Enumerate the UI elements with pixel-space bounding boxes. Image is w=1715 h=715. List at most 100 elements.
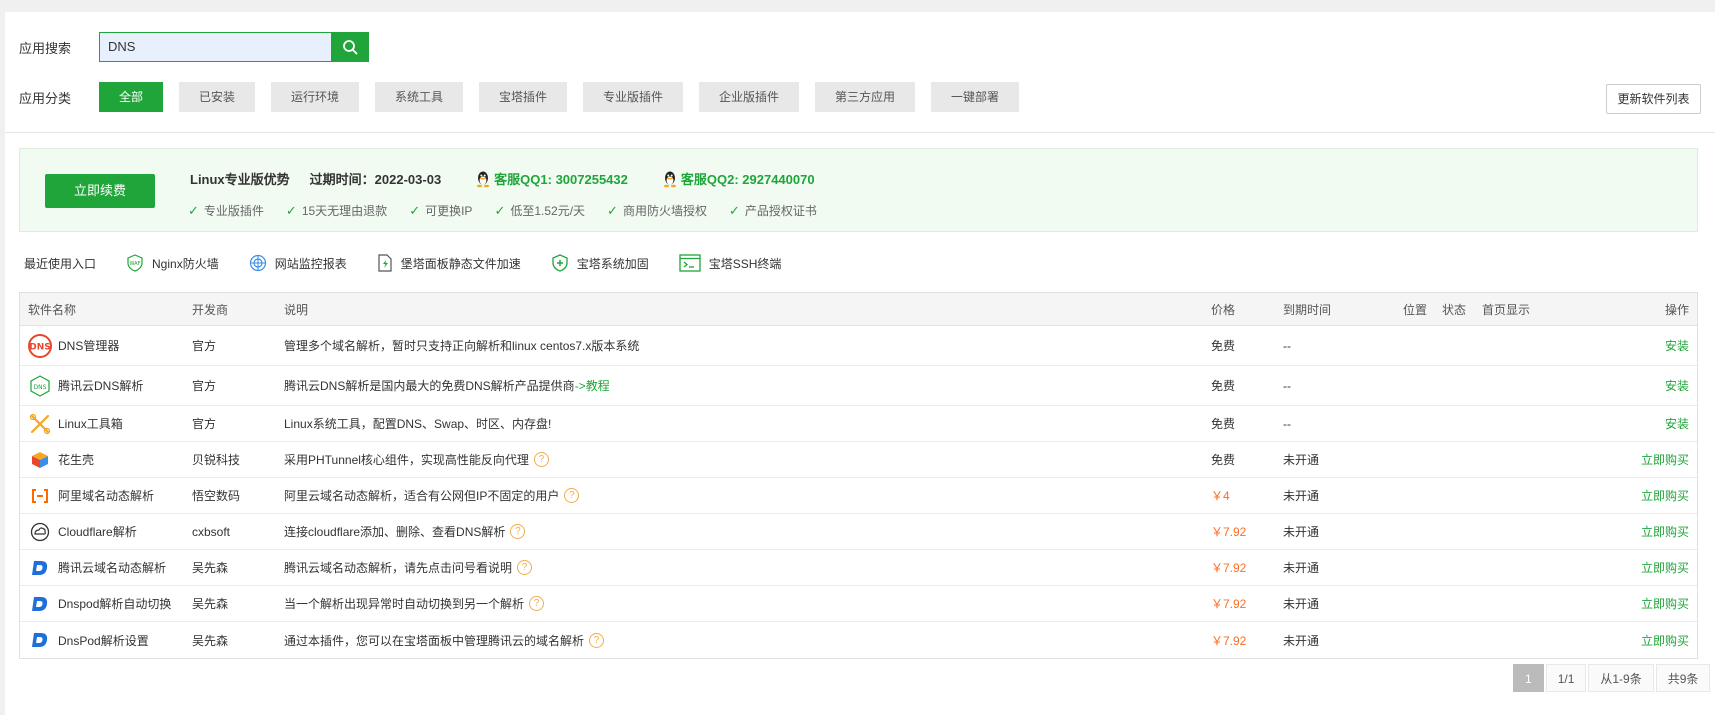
col-header-status: 状态 [1442,302,1467,317]
search-row: 应用搜索 DNS [19,32,369,62]
description: 通过本插件，您可以在宝塔面板中管理腾讯云的域名解析? [284,622,605,658]
category-label: 应用分类 [19,90,72,106]
developer: 贝锐科技 [192,453,241,467]
category-tab-installed[interactable]: 已安装 [179,82,255,112]
description: Linux系统工具，配置DNS、Swap、时区、内存盘! [284,417,552,431]
price: 免费 [1211,339,1236,353]
col-header-expire: 到期时间 [1283,302,1332,317]
promo-expire: 过期时间：2022-03-03 [309,172,442,187]
page-current[interactable]: 1 [1513,664,1544,692]
expire-time: -- [1283,338,1291,353]
expire-time: 未开通 [1283,597,1320,611]
feature-label: 15天无理由退款 [301,204,388,218]
help-icon[interactable]: ? [589,632,605,648]
col-header-price: 价格 [1211,302,1236,317]
category-tab-all[interactable]: 全部 [99,82,163,112]
qq-penguin-icon [663,171,676,187]
help-icon[interactable]: ? [529,596,545,611]
price: 免费 [1211,417,1236,431]
install-button[interactable]: 安装 [1665,406,1689,441]
refresh-software-list-button[interactable]: 更新软件列表 [1606,84,1701,114]
dnspod-icon [28,556,52,580]
category-tab-bt-plugins[interactable]: 宝塔插件 [479,82,567,112]
software-name: 阿里域名动态解析 [58,489,155,503]
recent-item-nginx-firewall[interactable]: WAF Nginx防火墙 [126,254,219,272]
help-icon[interactable]: ? [517,560,533,575]
developer: 官方 [192,417,217,431]
buy-now-button[interactable]: 立即购买 [1641,514,1689,549]
pro-promo-banner: 立即续费 Linux专业版优势 过期时间：2022-03-03 客服QQ1: 3… [19,148,1698,232]
dnspod-icon [28,592,52,616]
svg-text:DNS: DNS [34,384,47,391]
expire-time: -- [1283,378,1291,393]
qq1-link[interactable]: 客服QQ1: 3007255432 [475,169,628,188]
table-row: 花生壳 贝锐科技 采用PHTunnel核心组件，实现高性能反向代理? 免费 未开… [20,442,1697,478]
price: ￥7.92 [1211,525,1247,539]
category-tab-pro-plugins[interactable]: 专业版插件 [583,82,683,112]
check-icon: ✓ [494,202,506,218]
help-icon[interactable]: ? [510,524,526,539]
recent-entries: 最近使用入口 WAF Nginx防火墙 网站监控报表 堡塔面板静态文件加速 宝塔… [24,252,781,274]
renew-button[interactable]: 立即续费 [45,174,155,208]
description-text: 阿里云域名动态解析，适合有公网但IP不固定的用户 [284,489,560,503]
recent-item-site-monitor[interactable]: 网站监控报表 [249,254,347,272]
check-icon: ✓ [409,202,421,218]
expire-time: 未开通 [1283,633,1320,648]
developer: 吴先森 [192,597,229,611]
buy-now-button[interactable]: 立即购买 [1641,586,1689,621]
help-icon[interactable]: ? [564,488,580,503]
expire-time: 未开通 [1283,489,1320,503]
file-bolt-icon [378,254,392,272]
promo-feature: ✓ 可更换IP [409,202,472,219]
category-tab-system-tools[interactable]: 系统工具 [375,82,463,112]
category-tab-enterprise-plugins[interactable]: 企业版插件 [699,82,799,112]
recent-item-ssh-terminal[interactable]: 宝塔SSH终端 [679,254,781,272]
software-name: 腾讯云域名动态解析 [58,561,167,575]
dnspod-icon [28,628,52,652]
search-button[interactable] [331,32,369,62]
buy-now-button[interactable]: 立即购买 [1641,622,1689,658]
install-button[interactable]: 安装 [1665,366,1689,405]
description-text: 腾讯云域名动态解析，请先点击问号看说明 [284,561,513,575]
table-row: DnsPod解析设置 吴先森 通过本插件，您可以在宝塔面板中管理腾讯云的域名解析… [20,622,1697,658]
page-count: 1/1 [1545,664,1587,692]
check-icon: ✓ [285,202,297,218]
buy-now-button[interactable]: 立即购买 [1641,478,1689,513]
table-row: 腾讯云域名动态解析 吴先森 腾讯云域名动态解析，请先点击问号看说明? ￥7.92… [20,550,1697,586]
price: ￥4 [1211,489,1230,503]
table-header: 软件名称 开发商 说明 价格 到期时间 位置 状态 首页显示 操作 [20,293,1697,326]
category-tab-one-click-deploy[interactable]: 一键部署 [931,82,1019,112]
promo-title: Linux专业版优势 [190,172,290,187]
tutorial-link[interactable]: ->教程 [575,377,610,394]
buy-now-button[interactable]: 立即购买 [1641,550,1689,585]
category-tab-third-party[interactable]: 第三方应用 [815,82,915,112]
qq2-link[interactable]: 客服QQ2: 2927440070 [662,169,815,188]
check-icon: ✓ [188,202,199,218]
aliyun-icon [28,484,52,508]
recent-item-label: 堡塔面板静态文件加速 [400,256,521,271]
category-tab-runtime[interactable]: 运行环境 [271,82,359,112]
expire-time: 未开通 [1283,453,1320,467]
page-range: 从1-9条 [1588,664,1654,692]
feature-label: 产品授权证书 [744,204,817,218]
expire-time: 未开通 [1283,525,1320,539]
search-input[interactable]: DNS [99,32,331,62]
category-row: 应用分类 全部 已安装 运行环境 系统工具 宝塔插件 专业版插件 企业版插件 第… [19,82,1035,112]
check-icon: ✓ [607,202,618,218]
software-name: Cloudflare解析 [58,525,137,539]
description: 腾讯云域名动态解析，请先点击问号看说明? [284,550,533,585]
recent-item-label: Nginx防火墙 [152,256,219,271]
recent-item-system-hardening[interactable]: 宝塔系统加固 [551,254,649,272]
table-row: Linux工具箱 官方 Linux系统工具，配置DNS、Swap、时区、内存盘!… [20,406,1697,442]
developer: 悟空数码 [192,489,241,503]
promo-features: ✓ 专业版插件 ✓ 15天无理由退款 ✓ 可更换IP ✓ 低至1.52元/天 ✓ 商用防火… [188,202,839,219]
expire-time: -- [1283,416,1291,431]
description: 连接cloudflare添加、删除、查看DNS解析? [284,514,526,549]
col-header-home: 首页显示 [1482,302,1531,317]
description-text: 当一个解析出现异常时自动切换到另一个解析 [284,597,525,611]
recent-item-static-accel[interactable]: 堡塔面板静态文件加速 [377,254,521,272]
col-header-op: 操作 [1664,302,1689,317]
buy-now-button[interactable]: 立即购买 [1641,442,1689,477]
help-icon[interactable]: ? [533,452,549,467]
install-button[interactable]: 安装 [1665,326,1689,365]
